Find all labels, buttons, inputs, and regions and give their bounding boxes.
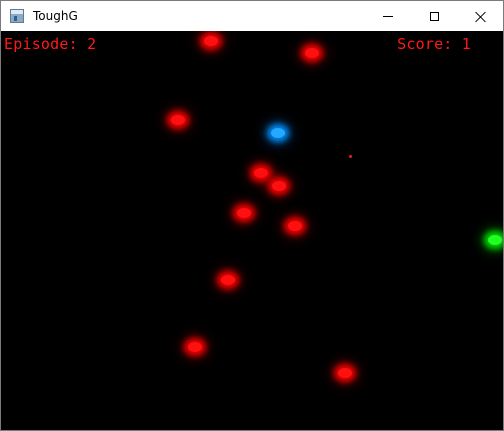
enemy-blob [272,181,286,191]
minimize-button[interactable] [365,1,411,31]
score-counter: Score: 1 [397,35,471,53]
maximize-button[interactable] [411,1,457,31]
enemy-blob [204,36,218,46]
application-icon [10,9,24,23]
close-button[interactable] [457,1,503,31]
small-dot [349,155,352,158]
goal-blob [488,235,502,245]
episode-counter: Episode: 2 [4,35,97,53]
close-icon [475,11,486,22]
enemy-blob [305,48,319,58]
enemy-blob [254,168,268,178]
app-window: ToughG Episode: 2 Score: 1 [0,0,504,431]
maximize-icon [429,11,439,21]
minimize-icon [383,15,393,17]
enemy-blob [338,368,352,378]
enemy-blob [221,275,235,285]
game-canvas[interactable]: Episode: 2 Score: 1 [1,31,503,430]
title-bar[interactable]: ToughG [1,1,503,31]
enemy-blob [237,208,251,218]
player-blob [271,128,285,138]
window-title: ToughG [33,9,78,23]
enemy-blob [188,342,202,352]
enemy-blob [288,221,302,231]
enemy-blob [171,115,185,125]
